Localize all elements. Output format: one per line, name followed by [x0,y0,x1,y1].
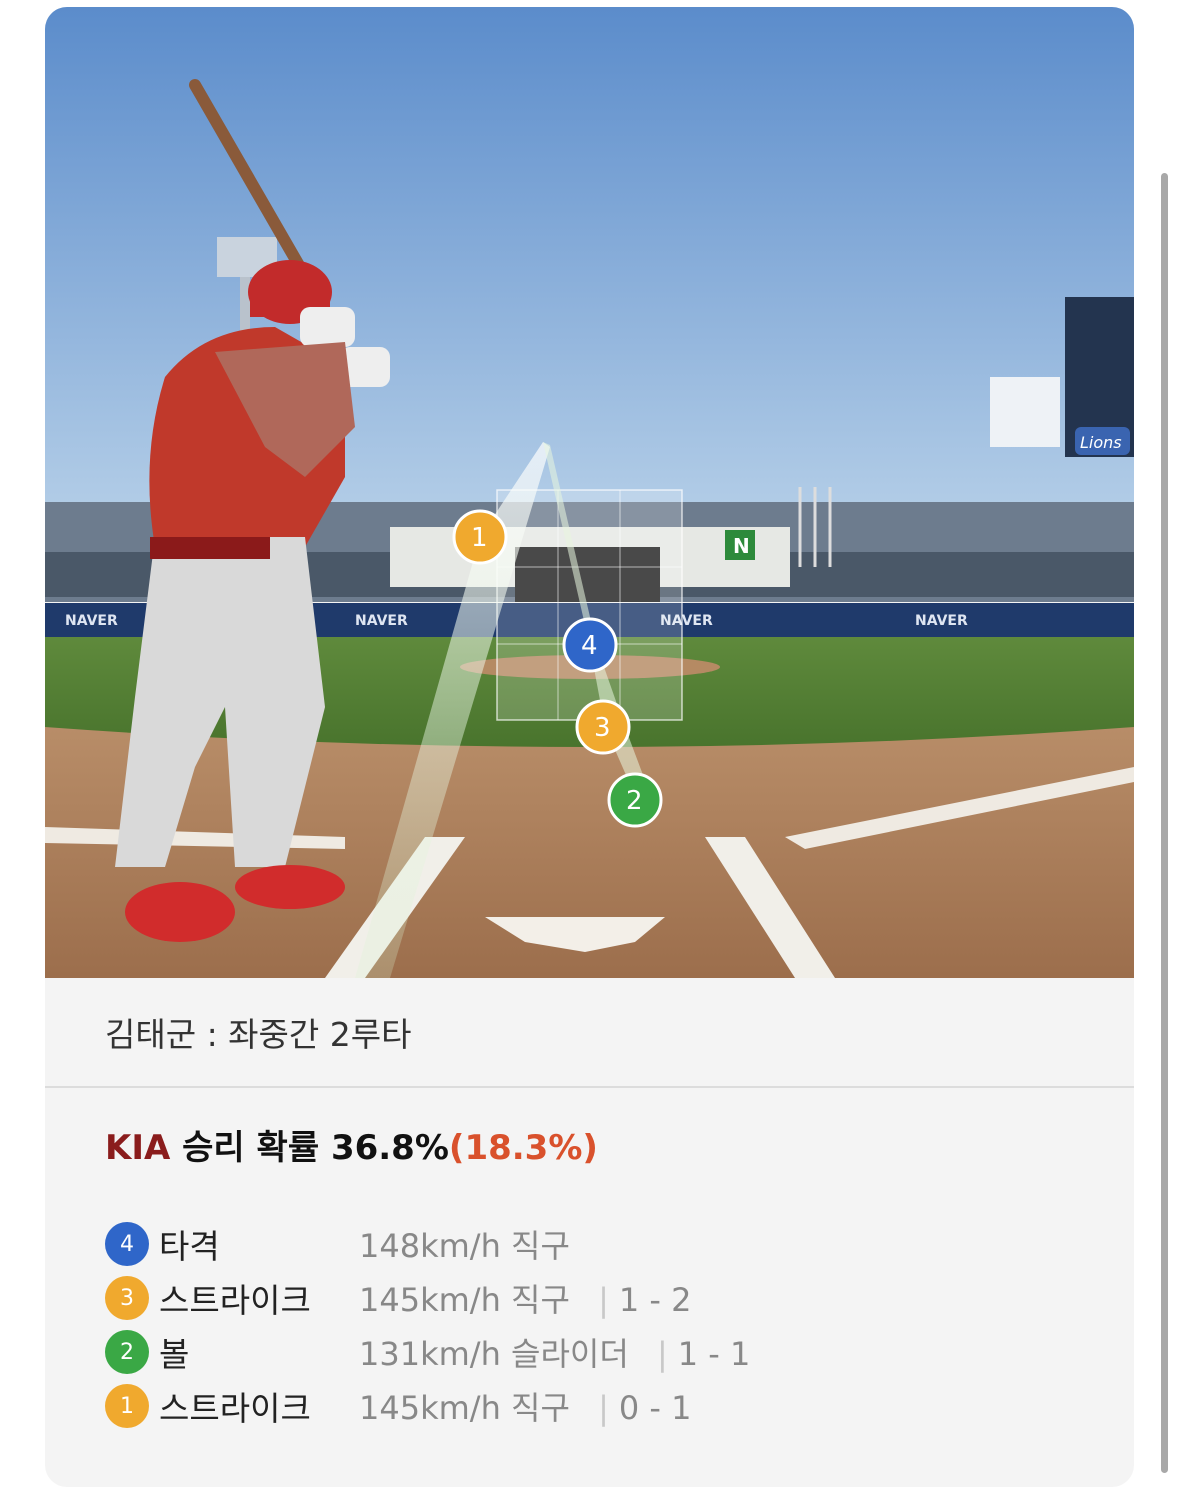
pitch-count: 1 - 2 [618,1281,692,1319]
pitch-speed: 145km/h [359,1389,501,1427]
pitch-result: 타격 [159,1227,220,1266]
pitch-type: 직구 [511,1389,570,1427]
separator: | [656,1335,668,1373]
pitch-number-badge: 4 [105,1222,149,1266]
pitch-type: 직구 [511,1281,570,1319]
separator: | [598,1281,609,1319]
pitch-detail: 131km/h 슬라이더 | 1 - 1 [359,1329,750,1375]
pitch-marker-3: 3 [575,699,631,755]
svg-text:1: 1 [471,523,488,553]
win-probability-team: KIA [105,1128,171,1168]
separator: | [598,1389,609,1427]
pitch-row: 3 스트라이크 145km/h 직구 | 1 - 2 [105,1271,1105,1325]
win-probability-delta: (18.3%) [448,1128,598,1168]
pitch-detail: 148km/h 직구 [359,1221,570,1267]
svg-text:3: 3 [594,713,611,743]
pitch-row: 1 스트라이크 145km/h 직구 | 0 - 1 [105,1379,1105,1433]
scrollbar[interactable] [1161,173,1168,1473]
pitch-speed: 131km/h [359,1335,501,1373]
pitch-row: 2 볼 131km/h 슬라이더 | 1 - 1 [105,1325,1105,1379]
pitch-result: 스트라이크 [159,1281,311,1320]
play-caption: 김태군 : 좌중간 2루타 [45,978,1134,1086]
pitch-type: 슬라이더 [511,1335,629,1373]
ad-naver-4: NAVER [915,613,968,629]
divider [45,1086,1134,1088]
pitch-marker-2: 2 [607,772,663,828]
pitch-speed: 148km/h [359,1227,501,1265]
pitch-speed: 145km/h [359,1281,501,1319]
pitch-marker-4: 4 [562,617,618,673]
pitch-number-badge: 1 [105,1384,149,1428]
svg-text:N: N [733,534,750,558]
play-description: 김태군 : 좌중간 2루타 [105,1015,412,1054]
pitch-count: 1 - 1 [677,1335,751,1373]
pitch-row: 4 타격 148km/h 직구 [105,1217,1105,1271]
win-probability-value: 승리 확률 36.8% [182,1128,449,1168]
ad-naver-2: NAVER [355,613,408,629]
pitch-scene-image: N NAVER NAVER NAVER NAVER Lions 1 4 3 2 [45,7,1134,978]
pitch-result: 볼 [159,1335,190,1374]
pitch-detail: 145km/h 직구 | 1 - 2 [359,1275,691,1321]
pitch-detail: 145km/h 직구 | 0 - 1 [359,1383,691,1429]
win-probability: KIA 승리 확률 36.8%(18.3%) [105,1120,598,1169]
pitch-marker-1: 1 [452,509,508,565]
ad-naver-1: NAVER [65,613,118,629]
pitch-result: 스트라이크 [159,1389,311,1428]
pitch-count: 0 - 1 [618,1389,692,1427]
play-card: N NAVER NAVER NAVER NAVER Lions 1 4 3 2 … [45,7,1134,1487]
pitch-list: 4 타격 148km/h 직구 3 스트라이크 145km/h 직구 | 1 - … [105,1217,1105,1433]
pitch-number-badge: 3 [105,1276,149,1320]
svg-text:4: 4 [581,631,598,661]
svg-text:2: 2 [626,786,643,816]
pitch-number-badge: 2 [105,1330,149,1374]
pitch-type: 직구 [511,1227,570,1265]
scoreboard-logo: Lions [1080,433,1122,452]
